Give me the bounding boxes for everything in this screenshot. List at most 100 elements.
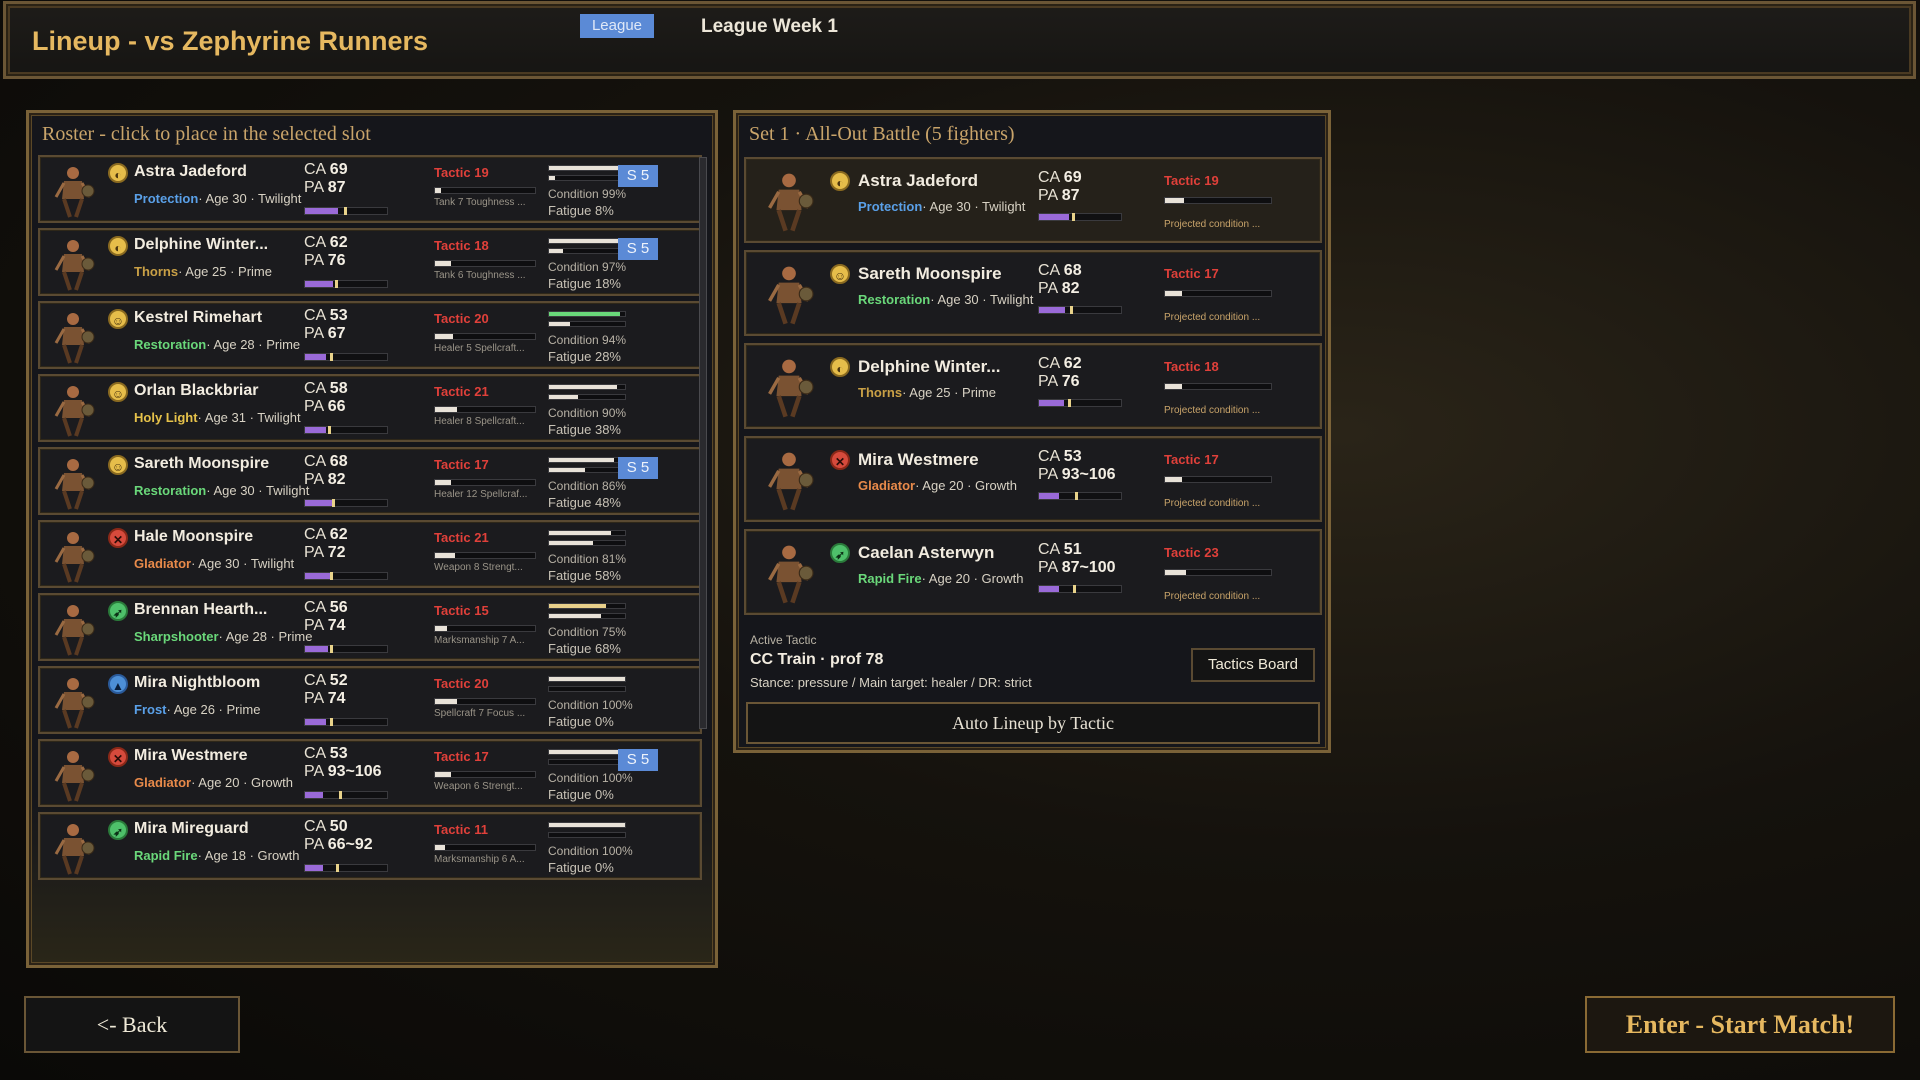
tactic-fill — [435, 699, 457, 704]
ca-value: 53 — [1063, 448, 1082, 465]
fatigue-fill — [549, 176, 556, 180]
tactic-bar — [434, 625, 536, 632]
player-name: Hale Moonspire — [134, 528, 254, 545]
portrait-image — [768, 359, 814, 418]
lineup-slot[interactable]: ◐ Astra Jadeford Protection· Age 30 · Twil… — [744, 157, 1322, 243]
pa-stat: PA 76 — [1038, 373, 1080, 390]
lineup-slot[interactable]: ◐ Delphine Winter... Thorns· Age 25 · Prim… — [744, 343, 1322, 429]
roster-card[interactable]: ✕ Mira Westmere Gladiator· Age 20 · Growth… — [38, 739, 702, 807]
roster-card[interactable]: ◐ Delphine Winter... Thorns· Age 25 · Prim… — [38, 228, 702, 296]
ca-stat: CA 69 — [304, 161, 348, 178]
lineup-slot[interactable]: ✕ Mira Westmere Gladiator· Age 20 · Growth… — [744, 436, 1322, 522]
shield-icon: ◐ — [830, 357, 850, 377]
ca-fill — [305, 646, 328, 652]
pa-value: 93~106 — [327, 763, 382, 780]
roster-card[interactable]: ☺ Orlan Blackbriar Holy Light· Age 31 · Tw… — [38, 374, 702, 442]
ca-fill — [1039, 400, 1064, 406]
roster-card[interactable]: ☺ Sareth Moonspire Restoration· Age 30 · T… — [38, 447, 702, 515]
fatigue-text: Fatigue 0% — [548, 787, 614, 802]
pa-marker — [1067, 399, 1071, 407]
pa-marker — [332, 499, 336, 507]
ca-value: 68 — [329, 453, 348, 470]
roster-card[interactable]: ◐ Astra Jadeford Protection· Age 30 · Twil… — [38, 155, 702, 223]
condition-fill — [549, 531, 611, 535]
ca-value: 62 — [1063, 355, 1082, 372]
tactic-score: Tactic 20 — [434, 311, 489, 326]
tactics-board-button[interactable]: Tactics Board — [1191, 648, 1315, 682]
tactic-fill — [435, 407, 457, 412]
lineup-slot[interactable]: ☺ Sareth Moonspire Restoration· Age 30 · T… — [744, 250, 1322, 336]
player-details: Sharpshooter· Age 28 · Prime — [134, 629, 312, 644]
player-role: Sharpshooter — [134, 629, 219, 644]
lineup-slot[interactable]: ➶ Caelan Asterwyn Rapid Fire· Age 20 · Gro… — [744, 529, 1322, 615]
ca-pa-bar — [1038, 492, 1122, 500]
player-age-phase: · Age 28 · Prime — [218, 629, 313, 644]
tactic-bar — [1164, 569, 1272, 576]
portrait-image — [54, 751, 95, 802]
shield-icon: ◐ — [108, 163, 128, 183]
tactic-fill — [435, 845, 445, 850]
projected-condition: Projected condition ... — [1164, 498, 1261, 509]
fighter-age-phase: · Age 30 · Twilight — [930, 292, 1034, 307]
tactic-score: Tactic 19 — [434, 165, 489, 180]
pa-marker — [1071, 213, 1075, 221]
ca-stat: CA 68 — [1038, 262, 1082, 279]
ca-fill — [305, 281, 333, 287]
roster-card[interactable]: ▲ Mira Nightbloom Frost· Age 26 · Prime CA … — [38, 666, 702, 734]
pa-value: 76 — [327, 252, 346, 269]
pa-value: 87 — [1061, 187, 1080, 204]
crossed-swords-icon: ✕ — [108, 747, 128, 767]
pa-marker — [1075, 492, 1079, 500]
player-age-phase: · Age 18 · Growth — [197, 848, 300, 863]
roster-card[interactable]: ➶ Mira Mireguard Rapid Fire· Age 18 · Grow… — [38, 812, 702, 880]
condition-text: Condition 100% — [548, 844, 633, 858]
fatigue-bar — [548, 832, 626, 838]
league-week: League Week 1 — [701, 16, 838, 37]
heal-icon: ☺ — [108, 455, 128, 475]
player-role: Holy Light — [134, 410, 198, 425]
roster-card[interactable]: ☺ Kestrel Rimehart Restoration· Age 28 · P… — [38, 301, 702, 369]
tactic-bar — [434, 844, 536, 851]
condition-bar — [548, 384, 626, 390]
tactic-bar — [1164, 290, 1272, 297]
portrait-image — [54, 386, 95, 437]
player-details: Rapid Fire· Age 18 · Growth — [134, 848, 299, 863]
ca-fill — [305, 354, 327, 360]
player-name: Mira Mireguard — [134, 820, 249, 837]
auto-lineup-button[interactable]: Auto Lineup by Tactic — [746, 702, 1320, 744]
fatigue-bar — [548, 686, 626, 692]
set-slot-badge: S 5 — [618, 749, 658, 771]
pa-marker — [339, 791, 343, 799]
portrait-image — [54, 678, 95, 729]
pa-stat: PA 74 — [304, 617, 346, 634]
back-button[interactable]: <- Back — [24, 996, 240, 1053]
tactic-score: Tactic 23 — [1164, 545, 1219, 560]
tactic-fill — [435, 626, 447, 631]
roster-card[interactable]: ✕ Hale Moonspire Gladiator· Age 30 · Twili… — [38, 520, 702, 588]
fighter-role: Restoration — [858, 292, 931, 307]
ca-stat: CA 50 — [304, 818, 348, 835]
player-age-phase: · Age 28 · Prime — [206, 337, 301, 352]
active-tactic-description: Stance: pressure / Main target: healer /… — [750, 675, 1032, 690]
condition-bar — [548, 457, 626, 463]
ca-fill — [305, 792, 324, 798]
condition-text: Condition 86% — [548, 479, 627, 493]
roster-card[interactable]: ➶ Brennan Hearth... Sharpshooter· Age 28 ·… — [38, 593, 702, 661]
player-name: Mira Westmere — [134, 747, 248, 764]
fatigue-fill — [549, 395, 578, 399]
condition-bar — [548, 822, 626, 828]
fatigue-bar — [548, 248, 626, 254]
bow-icon: ➶ — [108, 601, 128, 621]
roster-scrollbar[interactable] — [699, 157, 707, 729]
start-match-button[interactable]: Enter - Start Match! — [1585, 996, 1895, 1053]
player-name: Kestrel Rimehart — [134, 309, 263, 326]
pa-stat: PA 66~92 — [304, 836, 373, 853]
condition-fill — [549, 750, 625, 754]
page-title: Lineup - vs Zephyrine Runners — [32, 26, 429, 56]
player-age-phase: · Age 30 · Twilight — [191, 556, 295, 571]
ca-pa-bar — [304, 718, 388, 726]
fatigue-text: Fatigue 38% — [548, 422, 621, 437]
pa-value: 74 — [327, 617, 346, 634]
condition-text: Condition 75% — [548, 625, 627, 639]
tactic-fill — [435, 553, 455, 558]
